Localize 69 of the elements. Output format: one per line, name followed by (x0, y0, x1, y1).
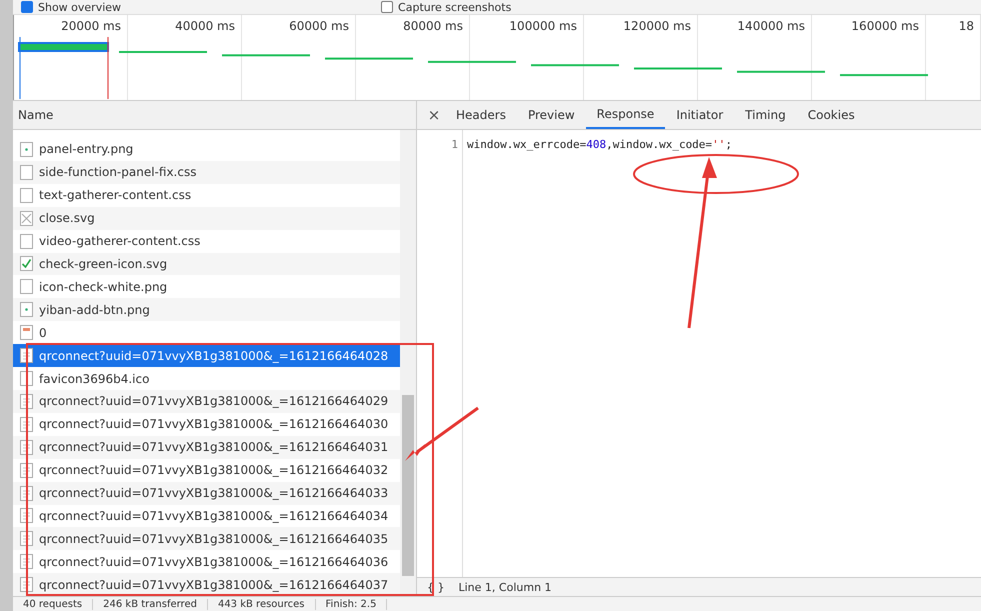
time-tick-label: 18 (958, 19, 974, 33)
request-name: icon-check-white.png (39, 280, 168, 294)
time-tick-label: 100000 ms (509, 19, 577, 33)
tab[interactable]: Timing (734, 101, 797, 129)
request-name: panel-entry.png (39, 142, 134, 156)
request-row[interactable]: qrconnect?uuid=071vvyXB1g381000&_=1612166464031 (13, 436, 400, 459)
checkbox[interactable] (21, 1, 33, 13)
request-name: close.svg (39, 211, 95, 226)
line-number: 1 (450, 138, 458, 151)
file-icon (20, 325, 33, 340)
tab[interactable]: Headers (445, 101, 517, 129)
time-tick-label: 80000 ms (403, 19, 463, 33)
request-name: qrconnect?uuid=071vvyXB1g381000&_=1612166464028 (39, 348, 388, 363)
file-icon (20, 279, 33, 294)
request-row[interactable]: qrconnect?uuid=071vvyXB1g381000&_=1612166464034 (13, 504, 400, 528)
file-icon (20, 234, 33, 249)
option-label: Capture screenshots (398, 0, 512, 14)
time-tick-label: 60000 ms (289, 19, 349, 33)
option-label: Show overview (38, 0, 122, 14)
file-icon (20, 188, 33, 203)
request-name: side-function-panel-fix.css (39, 165, 196, 180)
request-row[interactable]: qrconnect?uuid=071vvyXB1g381000&_=1612166464037 (13, 573, 400, 596)
request-row[interactable]: check-green-icon.svg (13, 252, 400, 276)
time-tick-label: 40000 ms (175, 19, 235, 33)
request-row[interactable]: side-function-panel-fix.css (13, 160, 400, 184)
time-tick-label: 140000 ms (737, 19, 805, 33)
request-name: qrconnect?uuid=071vvyXB1g381000&_=1612166464034 (39, 508, 388, 523)
request-name: 0 (39, 326, 47, 340)
tab[interactable]: Preview (516, 101, 586, 129)
code-line: window.wx_errcode=408,window.wx_code=''; (466, 137, 732, 151)
file-icon (20, 302, 33, 318)
request-row[interactable]: close.svg (13, 206, 400, 230)
checkbox[interactable] (381, 1, 394, 13)
request-name: qrconnect?uuid=071vvyXB1g381000&_=1612166464029 (39, 394, 388, 408)
file-icon (20, 256, 33, 272)
file-icon (20, 164, 33, 180)
request-name: qrconnect?uuid=071vvyXB1g381000&_=1612166464035 (39, 532, 388, 546)
file-icon (20, 210, 33, 226)
request-row[interactable]: yiban-add-btn.png (13, 298, 400, 322)
request-name: qrconnect?uuid=071vvyXB1g381000&_=1612166464037 (39, 578, 388, 592)
time-tick-label: 160000 ms (851, 19, 919, 33)
request-name: qrconnect?uuid=071vvyXB1g381000&_=1612166464033 (39, 486, 388, 500)
request-row[interactable]: qrconnect?uuid=071vvyXB1g381000&_=1612166464035 (13, 527, 400, 550)
request-name: favicon3696b4.ico (39, 372, 150, 386)
status-text: 40 requests (13, 598, 94, 610)
scrollbar[interactable] (400, 130, 416, 596)
file-icon (20, 142, 33, 157)
cursor-position: Line 1, Column 1 (458, 580, 552, 594)
tab[interactable]: Response (586, 101, 666, 129)
request-row[interactable]: qrconnect?uuid=071vvyXB1g381000&_=1612166464033 (13, 482, 400, 504)
status-text: Finish: 2.5 (316, 598, 388, 610)
request-name: qrconnect?uuid=071vvyXB1g381000&_=1612166464030 (39, 417, 388, 432)
request-row[interactable]: qrconnect?uuid=071vvyXB1g381000&_=1612166464028 (13, 344, 400, 368)
time-tick-label: 20000 ms (61, 19, 121, 33)
column-header[interactable]: Name (18, 108, 54, 122)
request-name: check-green-icon.svg (39, 256, 168, 271)
request-name: qrconnect?uuid=071vvyXB1g381000&_=1612166464031 (39, 440, 388, 454)
request-name: yiban-add-btn.png (39, 302, 150, 317)
tab[interactable]: Initiator (665, 101, 734, 129)
time-tick-label: 120000 ms (623, 19, 691, 33)
status-text: 443 kB resources (208, 598, 316, 610)
status-text: 246 kB transferred (93, 598, 208, 610)
request-name: video-gatherer-content.css (39, 234, 200, 248)
request-name: qrconnect?uuid=071vvyXB1g381000&_=1612166464036 (39, 554, 388, 569)
request-row[interactable]: qrconnect?uuid=071vvyXB1g381000&_=1612166464029 (13, 390, 400, 413)
request-name: text-gatherer-content.css (39, 188, 192, 202)
close-icon[interactable]: × (423, 101, 445, 129)
request-name: qrconnect?uuid=071vvyXB1g381000&_=1612166464032 (39, 463, 388, 478)
tab[interactable]: Cookies (796, 101, 866, 129)
